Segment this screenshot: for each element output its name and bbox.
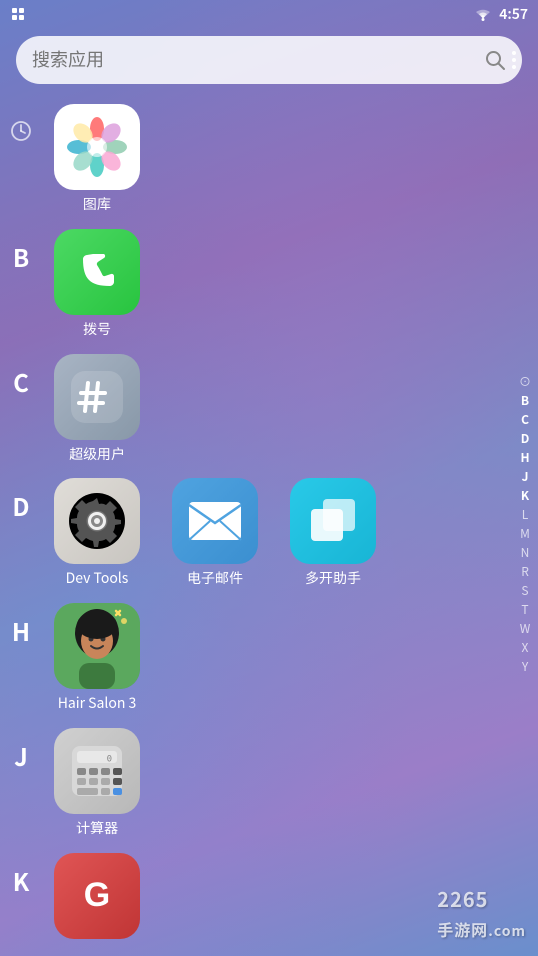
alpha-k[interactable]: K	[516, 487, 534, 504]
app-icon-multiopen	[290, 478, 376, 564]
mail-icon-svg	[188, 501, 242, 541]
app-icon-hairsalon	[54, 603, 140, 689]
dot3	[512, 65, 516, 69]
section-j-apps: 0	[42, 724, 512, 845]
section-c: C 超级用户	[0, 346, 512, 471]
main-content: 图库 B 拨号 C	[0, 28, 538, 956]
app-icon-mail	[172, 478, 258, 564]
app-item-hairsalon[interactable]: Hair Salon 3	[42, 603, 152, 712]
app-item-devtools[interactable]: Dev Tools	[42, 478, 152, 587]
app-item-calculator[interactable]: 0	[42, 728, 152, 837]
section-j: J 0	[0, 720, 512, 845]
alpha-j[interactable]: J	[516, 468, 534, 485]
status-bar: 4:57	[0, 0, 538, 28]
app-item-mail[interactable]: 电子邮件	[160, 478, 270, 587]
alpha-l[interactable]: L	[516, 506, 534, 523]
clock-icon	[10, 120, 32, 142]
alpha-t[interactable]: T	[516, 601, 534, 618]
alpha-c[interactable]: C	[516, 411, 534, 428]
section-letter-recent	[0, 100, 42, 149]
status-bar-right: 4:57	[473, 4, 528, 24]
app-icon-g: G	[54, 853, 140, 939]
app-label-calculator: 计算器	[76, 820, 118, 837]
svg-text:0: 0	[107, 754, 112, 764]
calculator-icon-svg: 0	[68, 742, 126, 800]
app-label-superuser: 超级用户	[69, 446, 125, 463]
section-b-apps: 拨号	[42, 225, 512, 346]
app-icon-superuser	[54, 354, 140, 440]
search-icon	[484, 49, 506, 71]
section-c-apps: 超级用户	[42, 350, 512, 471]
alphabet-index: ⊙ B C D H J K L M N R S T W X Y	[516, 92, 534, 956]
section-k: K G	[0, 845, 512, 953]
section-d: D Dev To	[0, 470, 512, 595]
alpha-m[interactable]: M	[516, 525, 534, 542]
app-item-superuser[interactable]: 超级用户	[42, 354, 152, 463]
section-letter-c: C	[0, 350, 42, 399]
section-d-apps: Dev Tools 电子邮件	[42, 474, 512, 595]
section-letter-b: B	[0, 225, 42, 274]
phone-icon-svg	[72, 247, 122, 297]
section-h: H	[0, 595, 512, 720]
app-item-g[interactable]: G	[42, 853, 152, 945]
section-letter-k: K	[0, 849, 42, 898]
app-item-multiopen[interactable]: 多开助手	[278, 478, 388, 587]
alpha-y[interactable]: Y	[516, 658, 534, 675]
app-icon-phone	[54, 229, 140, 315]
app-label-devtools: Dev Tools	[66, 570, 129, 587]
app-label-gallery: 图库	[83, 196, 111, 213]
alpha-x[interactable]: X	[516, 639, 534, 656]
alpha-h[interactable]: H	[516, 449, 534, 466]
app-item-gallery[interactable]: 图库	[42, 104, 152, 213]
recent-apps-grid: 图库	[42, 100, 512, 221]
dot2	[512, 58, 516, 62]
app-item-phone[interactable]: 拨号	[42, 229, 152, 338]
time-display: 4:57	[499, 4, 528, 24]
app-icon-calculator: 0	[54, 728, 140, 814]
app-label-phone: 拨号	[83, 321, 111, 338]
close-icon	[10, 6, 26, 22]
g-icon-svg: G	[69, 868, 125, 924]
section-h-apps: Hair Salon 3	[42, 599, 512, 720]
status-bar-left	[10, 6, 26, 22]
section-letter-j: J	[0, 724, 42, 773]
alpha-clock[interactable]: ⊙	[516, 373, 534, 390]
alpha-b[interactable]: B	[516, 392, 534, 409]
app-icon-devtools	[54, 478, 140, 564]
alpha-s[interactable]: S	[516, 582, 534, 599]
alpha-n[interactable]: N	[516, 544, 534, 561]
search-bar-container	[0, 28, 538, 92]
alpha-r[interactable]: R	[516, 563, 534, 580]
more-menu-button[interactable]	[512, 51, 516, 69]
hairsalon-icon-svg	[54, 603, 140, 689]
svg-text:G: G	[84, 876, 110, 914]
app-list: 图库 B 拨号 C	[0, 92, 538, 956]
section-letter-h: H	[0, 599, 42, 648]
dot1	[512, 51, 516, 55]
section-b: B 拨号	[0, 221, 512, 346]
search-bar[interactable]	[16, 36, 522, 84]
alpha-d[interactable]: D	[516, 430, 534, 447]
search-input[interactable]	[32, 50, 474, 71]
app-label-multiopen: 多开助手	[305, 570, 361, 587]
watermark: 2265手游网.com	[437, 884, 526, 942]
devtools-icon-svg	[68, 492, 126, 550]
superuser-icon-svg	[69, 369, 125, 425]
gallery-icon-svg	[65, 115, 129, 179]
alpha-w[interactable]: W	[516, 620, 534, 637]
multiopen-icon-svg	[305, 493, 361, 549]
section-letter-d: D	[0, 474, 42, 523]
app-icon-gallery	[54, 104, 140, 190]
watermark-text: 2265手游网.com	[437, 884, 526, 942]
app-label-hairsalon: Hair Salon 3	[58, 695, 137, 712]
app-label-mail: 电子邮件	[187, 570, 243, 587]
wifi-icon	[473, 7, 493, 21]
section-recent: 图库	[0, 96, 512, 221]
